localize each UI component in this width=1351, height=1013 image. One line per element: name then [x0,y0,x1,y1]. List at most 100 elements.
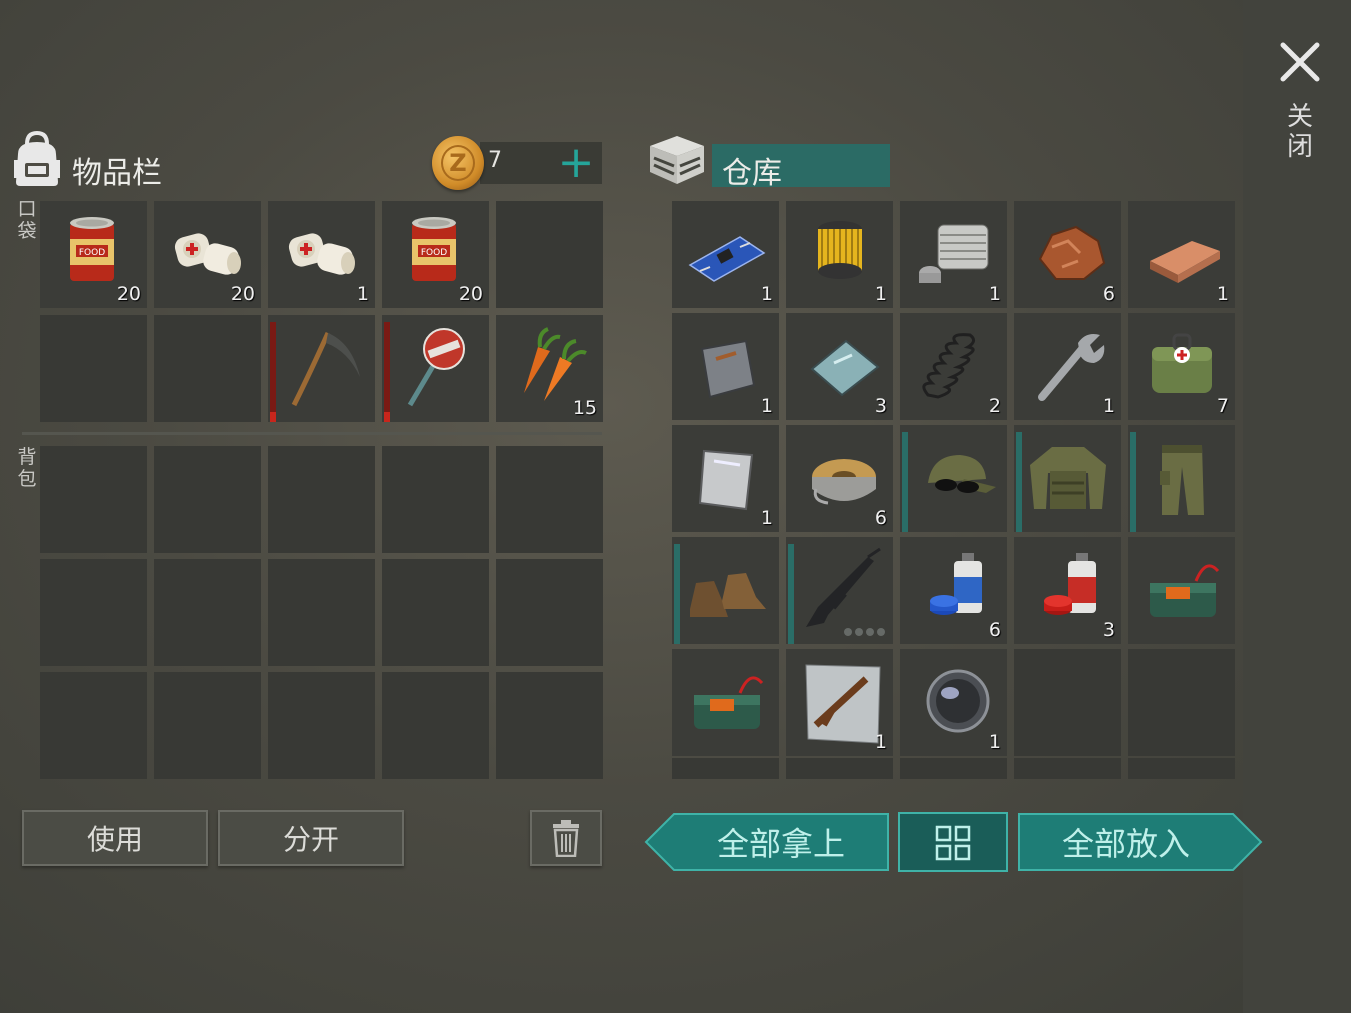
item-slot[interactable]: 1 [672,201,779,308]
use-button[interactable]: 使用 [22,810,208,866]
air-filter-icon [818,221,862,279]
item-slot[interactable]: FOOD 20 [40,201,147,308]
item-slot[interactable] [672,649,779,756]
empty-slot[interactable] [154,315,261,422]
item-slot[interactable]: 15 [496,315,603,422]
put-all-button[interactable]: 全部放入 [1017,812,1263,872]
item-slot[interactable]: 1 [268,201,375,308]
storage-title: 仓库 [722,156,782,191]
item-slot[interactable]: 20 [154,201,261,308]
empty-slot[interactable] [496,559,603,666]
empty-slot[interactable] [1014,649,1121,756]
item-count: 1 [1216,283,1229,305]
item-count: 1 [760,395,773,417]
item-slot[interactable]: 1 [672,313,779,420]
empty-slot[interactable] [496,672,603,779]
close-icon[interactable] [1278,40,1322,84]
item-slot[interactable]: 1 [900,649,1007,756]
item-slot[interactable] [786,537,893,644]
empty-slot[interactable] [40,315,147,422]
item-slot[interactable]: 6 [786,425,893,532]
item-slot[interactable]: 1 [786,649,893,756]
item-slot[interactable]: FOOD 20 [382,201,489,308]
durability-level [384,412,390,422]
item-slot[interactable] [900,425,1007,532]
empty-slot[interactable] [786,758,893,779]
spring-icon [922,333,975,399]
lens-icon [926,669,990,733]
wrench-icon [1038,334,1105,401]
ammo-dots [844,628,885,636]
camo-pants-icon [1160,445,1204,515]
empty-slot[interactable] [154,559,261,666]
glass-plate-icon [810,339,880,397]
item-count: 7 [1216,395,1229,417]
item-count: 1 [874,283,887,305]
coin-count: 7 [488,148,502,173]
item-slot[interactable]: 1 [1014,313,1121,420]
empty-slot[interactable] [382,672,489,779]
wire-spool-icon [812,459,876,505]
split-button[interactable]: 分开 [218,810,404,866]
item-slot[interactable] [1014,425,1121,532]
empty-slot[interactable] [382,559,489,666]
item-slot[interactable] [268,315,375,422]
ammo-dot [866,628,874,636]
empty-slot[interactable] [154,446,261,553]
item-slot[interactable]: 3 [786,313,893,420]
ammo-dot [877,628,885,636]
item-slot[interactable]: 3 [1014,537,1121,644]
camo-cap-icon [928,455,996,493]
empty-slot[interactable] [382,446,489,553]
item-slot[interactable] [382,315,489,422]
item-slot[interactable]: 1 [900,201,1007,308]
item-slot[interactable]: 1 [672,425,779,532]
ammo-dot [844,628,852,636]
stop-sign-icon [407,328,465,407]
item-count: 6 [1102,283,1115,305]
close-label[interactable]: 关闭 [1283,102,1317,162]
item-count: 1 [988,731,1001,753]
empty-slot[interactable] [496,446,603,553]
circuit-board-icon [688,236,766,282]
sort-button[interactable] [898,812,1008,872]
item-slot[interactable]: 7 [1128,313,1235,420]
empty-slot[interactable] [154,672,261,779]
take-all-label: 全部拿上 [716,825,845,863]
trash-button[interactable] [530,810,602,866]
item-slot[interactable]: 6 [900,537,1007,644]
item-slot[interactable] [672,537,779,644]
empty-slot[interactable] [268,672,375,779]
item-count: 1 [1102,395,1115,417]
empty-slot[interactable] [40,672,147,779]
svg-text:FOOD: FOOD [421,248,447,258]
empty-slot[interactable] [1128,758,1235,779]
assault-rifle-icon [806,547,881,627]
medical-bag-icon [1152,333,1212,393]
item-count: 1 [356,283,369,305]
item-slot[interactable] [1128,537,1235,644]
item-slot[interactable]: 6 [1014,201,1121,308]
pocket-label: 口袋 [17,198,37,242]
item-slot[interactable] [1128,425,1235,532]
empty-slot[interactable] [268,559,375,666]
empty-slot[interactable] [900,758,1007,779]
item-slot[interactable]: 1 [786,201,893,308]
item-count: 1 [760,507,773,529]
boots-icon [690,573,766,617]
empty-slot[interactable] [268,446,375,553]
empty-slot[interactable] [1014,758,1121,779]
empty-slot[interactable] [40,446,147,553]
item-slot[interactable]: 2 [900,313,1007,420]
copper-ore-icon [1038,225,1106,280]
item-slot[interactable]: 1 [1128,201,1235,308]
empty-slot[interactable] [1128,649,1235,756]
empty-slot[interactable] [672,758,779,779]
add-coins-button[interactable]: + [556,141,596,185]
empty-slot[interactable] [40,559,147,666]
empty-slot[interactable] [496,201,603,308]
rifle-blueprint-icon [805,664,881,744]
item-count: 20 [230,283,255,305]
item-count: 6 [988,619,1001,641]
take-all-button[interactable]: 全部拿上 [644,812,890,872]
